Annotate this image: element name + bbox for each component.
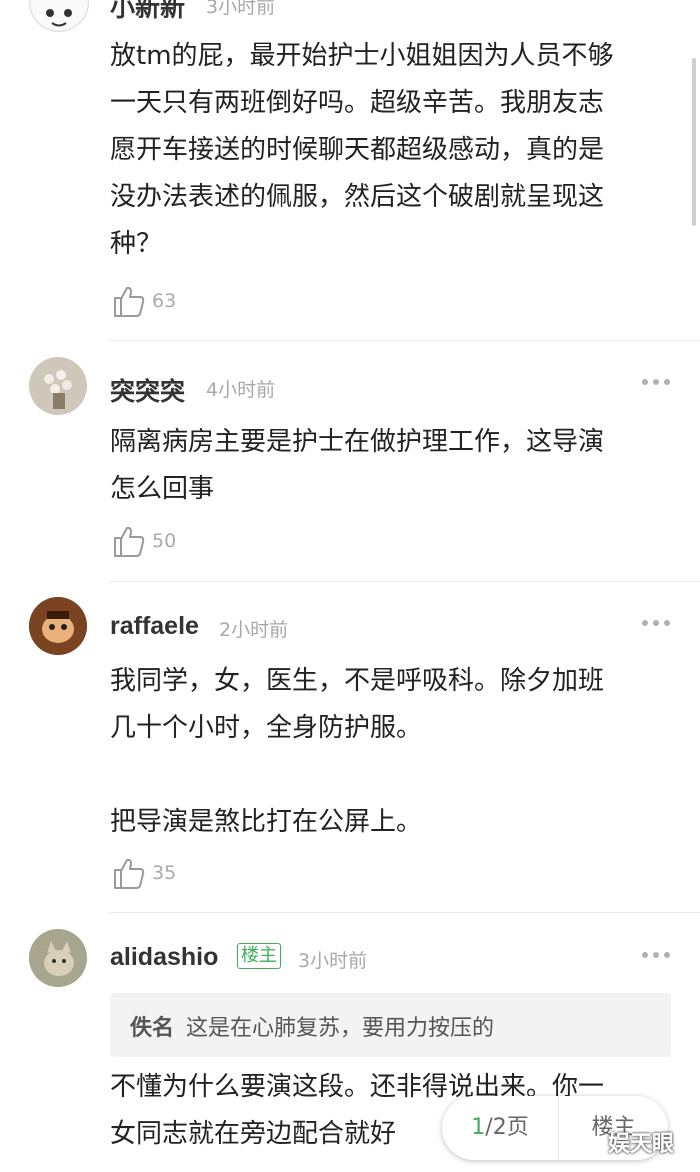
current-page: 1 — [471, 1115, 486, 1140]
quote-text: 这是在心肺复苏，要用力按压的 — [186, 1016, 495, 1041]
more-options-icon[interactable] — [640, 618, 672, 628]
divider — [110, 581, 700, 582]
avatar-flowers-icon — [29, 357, 87, 415]
timestamp: 2小时前 — [219, 619, 289, 641]
scrollbar[interactable] — [692, 58, 696, 226]
username[interactable]: 小新新 — [110, 0, 185, 24]
divider — [110, 340, 700, 341]
page-indicator-button[interactable]: 1/2页 — [442, 1096, 558, 1160]
avatar[interactable] — [29, 597, 87, 655]
more-options-icon[interactable] — [640, 950, 672, 960]
avatar[interactable] — [29, 0, 89, 32]
timestamp: 4小时前 — [206, 379, 276, 401]
quoted-reply[interactable]: 佚名 这是在心肺复苏，要用力按压的 — [110, 993, 671, 1057]
avatar[interactable] — [29, 929, 87, 987]
timestamp: 3小时前 — [298, 950, 368, 972]
divider — [110, 912, 700, 913]
like-count: 35 — [152, 862, 177, 884]
username[interactable]: alidashio — [110, 943, 218, 972]
avatar-character-icon — [29, 597, 87, 655]
total-pages: /2页 — [485, 1115, 529, 1140]
timestamp: 3小时前 — [206, 0, 276, 18]
avatar-cartoon-icon — [31, 0, 87, 30]
like-count: 50 — [152, 530, 177, 552]
comment-text: 放tm的屁，最开始护士小姐姐因为人员不够 一天只有两班倒好吗。超级辛苦。我朋友志… — [110, 41, 614, 259]
avatar-cat-icon — [29, 929, 87, 987]
more-options-icon[interactable] — [640, 0, 672, 2]
thumbs-up-icon — [114, 526, 145, 557]
username[interactable]: raffaele — [110, 612, 199, 641]
comment-text: 隔离病房主要是护士在做护理工作，这导演 怎么回事 — [110, 427, 605, 504]
like-count: 63 — [152, 290, 177, 312]
watermark: 娱天眼 — [608, 1132, 675, 1157]
comment-text: 我同学，女，医生，不是呼吸科。除夕加班 几十个小时，全身防护服。 把导演是煞比打… — [110, 666, 605, 837]
username[interactable]: 突突突 — [110, 372, 185, 408]
quote-author: 佚名 — [130, 1016, 175, 1041]
thumbs-up-icon — [114, 286, 145, 317]
thumbs-up-icon — [114, 858, 145, 889]
op-badge: 楼主 — [237, 943, 281, 969]
more-options-icon[interactable] — [640, 377, 672, 387]
avatar[interactable] — [29, 357, 87, 415]
